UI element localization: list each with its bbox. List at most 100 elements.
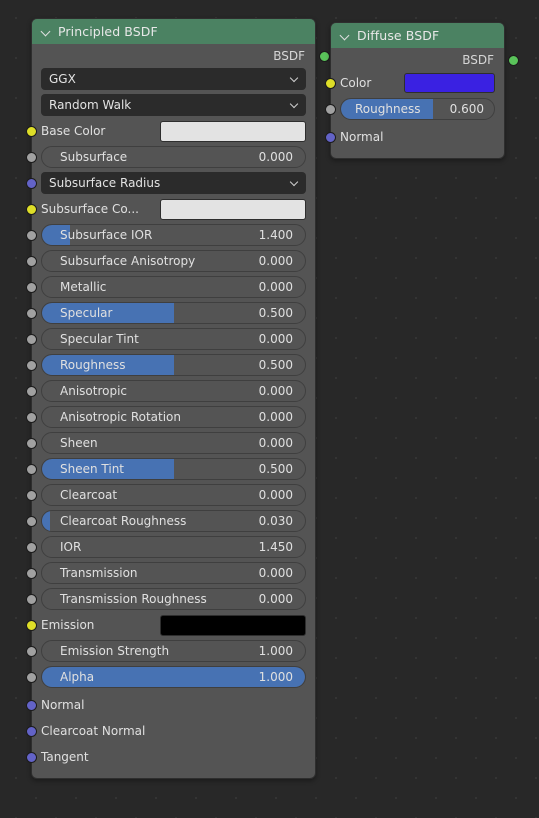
slider-specular-tint[interactable]: Specular Tint 0.000 [41, 328, 306, 350]
property-row-subsurface-color[interactable]: Subsurface Co... [26, 198, 306, 220]
input-socket-roughness[interactable] [325, 103, 336, 115]
slider-roughness[interactable]: Roughness 0.500 [41, 354, 306, 376]
slider-ior[interactable]: IOR 1.450 [41, 536, 306, 558]
property-row-anisotropic-rotation[interactable]: Anisotropic Rotation 0.000 [26, 406, 306, 428]
input-socket-sheen-tint[interactable] [26, 463, 37, 475]
input-socket-emission-strength[interactable] [26, 645, 37, 657]
slider-value: 0.500 [258, 462, 293, 476]
property-row-emission-strength[interactable]: Emission Strength 1.000 [26, 640, 306, 662]
color-swatch-color[interactable] [404, 73, 495, 93]
input-socket-clearcoat[interactable] [26, 489, 37, 501]
property-row-emission[interactable]: Emission [26, 614, 306, 636]
input-socket-subsurface-anisotropy[interactable] [26, 255, 37, 267]
slider-subsurface-anisotropy[interactable]: Subsurface Anisotropy 0.000 [41, 250, 306, 272]
slider-subsurface[interactable]: Subsurface 0.000 [41, 146, 306, 168]
property-row-subsurface-ior[interactable]: Subsurface IOR 1.400 [26, 224, 306, 246]
input-socket-transmission[interactable] [26, 567, 37, 579]
output-socket-bsdf[interactable] [508, 54, 519, 66]
input-socket-clearcoat-roughness[interactable] [26, 515, 37, 527]
node-diffuse-bsdf[interactable]: Diffuse BSDF BSDF Color Roughness 0.600 Nor… [325, 22, 519, 159]
slider-specular[interactable]: Specular 0.500 [41, 302, 306, 324]
slider-subsurface-ior[interactable]: Subsurface IOR 1.400 [41, 224, 306, 246]
property-row-roughness[interactable]: Roughness 0.600 [325, 98, 495, 120]
slider-value: 0.030 [258, 514, 293, 528]
property-row-sheen[interactable]: Sheen 0.000 [26, 432, 306, 454]
slider-label: Anisotropic Rotation [60, 410, 182, 424]
property-row-base-color[interactable]: Base Color [26, 120, 306, 142]
input-socket-base-color[interactable] [26, 125, 37, 137]
slider-anisotropic-rotation[interactable]: Anisotropic Rotation 0.000 [41, 406, 306, 428]
property-row-subsurface-radius[interactable]: Subsurface Radius [26, 172, 306, 194]
node-header-diffuse[interactable]: Diffuse BSDF [331, 23, 504, 48]
property-row-metallic[interactable]: Metallic 0.000 [26, 276, 306, 298]
slider-emission-strength[interactable]: Emission Strength 1.000 [41, 640, 306, 662]
input-socket-subsurface-color[interactable] [26, 203, 37, 215]
property-row-alpha[interactable]: Alpha 1.000 [26, 666, 306, 688]
slider-transmission-roughness[interactable]: Transmission Roughness 0.000 [41, 588, 306, 610]
input-socket-sheen[interactable] [26, 437, 37, 449]
dropdown-distribution[interactable]: GGX [41, 68, 306, 90]
input-socket-tangent[interactable] [26, 751, 37, 763]
input-socket-roughness[interactable] [26, 359, 37, 371]
slider-value: 0.000 [258, 436, 293, 450]
slider-alpha[interactable]: Alpha 1.000 [41, 666, 306, 688]
property-row-transmission-roughness[interactable]: Transmission Roughness 0.000 [26, 588, 306, 610]
slider-clearcoat[interactable]: Clearcoat 0.000 [41, 484, 306, 506]
dropdown-subsurface-method[interactable]: Random Walk [41, 94, 306, 116]
slider-sheen[interactable]: Sheen 0.000 [41, 432, 306, 454]
input-socket-transmission-roughness[interactable] [26, 593, 37, 605]
color-swatch-base-color[interactable] [160, 120, 306, 142]
input-socket-subsurface-radius[interactable] [26, 177, 37, 189]
input-socket-emission[interactable] [26, 619, 37, 631]
input-socket-normal[interactable] [325, 131, 336, 143]
chevron-down-icon[interactable] [340, 31, 350, 41]
input-socket-anisotropic[interactable] [26, 385, 37, 397]
property-row-sheen-tint[interactable]: Sheen Tint 0.500 [26, 458, 306, 480]
input-socket-color[interactable] [325, 77, 336, 89]
enum-list-principled: GGX Random Walk [41, 68, 306, 116]
property-row-specular-tint[interactable]: Specular Tint 0.000 [26, 328, 306, 350]
slider-roughness[interactable]: Roughness 0.600 [340, 98, 495, 120]
property-row-subsurface[interactable]: Subsurface 0.000 [26, 146, 306, 168]
property-row-clearcoat[interactable]: Clearcoat 0.000 [26, 484, 306, 506]
color-swatch-emission[interactable] [160, 614, 306, 636]
slider-anisotropic[interactable]: Anisotropic 0.000 [41, 380, 306, 402]
color-swatch-subsurface-color[interactable] [160, 198, 306, 220]
slider-transmission[interactable]: Transmission 0.000 [41, 562, 306, 584]
property-row-transmission[interactable]: Transmission 0.000 [26, 562, 306, 584]
slider-metallic[interactable]: Metallic 0.000 [41, 276, 306, 298]
slider-value: 0.000 [258, 566, 293, 580]
dropdown-subsurface-radius[interactable]: Subsurface Radius [41, 172, 306, 194]
property-row-color[interactable]: Color [325, 72, 495, 94]
input-socket-subsurface-ior[interactable] [26, 229, 37, 241]
input-socket-metallic[interactable] [26, 281, 37, 293]
chevron-down-icon[interactable] [41, 27, 51, 37]
property-label-tangent: Tangent [41, 750, 89, 764]
input-socket-normal[interactable] [26, 699, 37, 711]
output-label: BSDF [273, 49, 305, 63]
input-socket-clearcoat-normal[interactable] [26, 725, 37, 737]
slider-clearcoat-roughness[interactable]: Clearcoat Roughness 0.030 [41, 510, 306, 532]
node-body-diffuse: BSDF Color Roughness 0.600 Normal [325, 48, 519, 150]
input-socket-ior[interactable] [26, 541, 37, 553]
slider-value: 0.000 [258, 384, 293, 398]
slider-value: 0.000 [258, 592, 293, 606]
input-socket-specular-tint[interactable] [26, 333, 37, 345]
slider-label: Clearcoat Roughness [60, 514, 187, 528]
input-socket-subsurface[interactable] [26, 151, 37, 163]
property-row-roughness[interactable]: Roughness 0.500 [26, 354, 306, 376]
property-row-clearcoat-roughness[interactable]: Clearcoat Roughness 0.030 [26, 510, 306, 532]
input-socket-anisotropic-rotation[interactable] [26, 411, 37, 423]
property-row-specular[interactable]: Specular 0.500 [26, 302, 306, 324]
input-socket-specular[interactable] [26, 307, 37, 319]
output-socket-bsdf[interactable] [319, 50, 330, 62]
slider-value: 0.500 [258, 306, 293, 320]
property-row-subsurface-anisotropy[interactable]: Subsurface Anisotropy 0.000 [26, 250, 306, 272]
node-principled-bsdf[interactable]: Principled BSDF BSDF GGX Random Walk Base… [26, 18, 330, 779]
property-row-ior[interactable]: IOR 1.450 [26, 536, 306, 558]
slider-label: Emission Strength [60, 644, 170, 658]
property-row-anisotropic[interactable]: Anisotropic 0.000 [26, 380, 306, 402]
slider-sheen-tint[interactable]: Sheen Tint 0.500 [41, 458, 306, 480]
node-header-principled[interactable]: Principled BSDF [32, 19, 315, 44]
input-socket-alpha[interactable] [26, 671, 37, 683]
